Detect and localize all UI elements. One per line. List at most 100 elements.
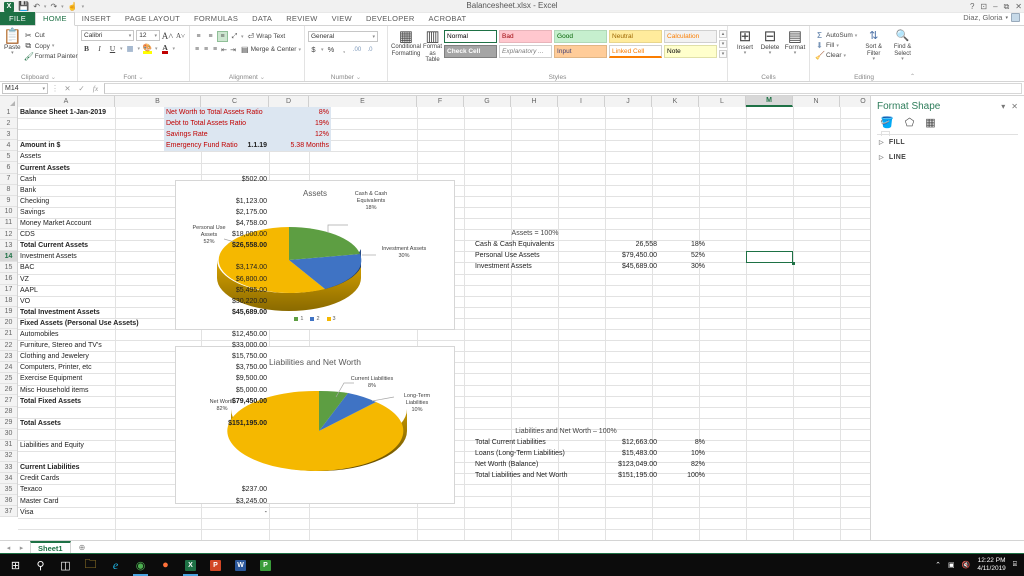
style-explanatory[interactable]: Explanatory ... <box>499 45 552 58</box>
cell-A17[interactable]: AAPL <box>18 285 201 296</box>
row-header-18[interactable]: 18 <box>0 296 17 307</box>
enter-icon[interactable]: ✓ <box>76 84 87 93</box>
cancel-icon[interactable]: ✕ <box>62 84 73 93</box>
cell-A21[interactable]: Automobiles <box>18 329 201 340</box>
increase-decimal-icon[interactable]: .00 <box>352 44 363 55</box>
align-top-icon[interactable]: ≡ <box>193 31 204 42</box>
tab-acrobat[interactable]: ACROBAT <box>422 13 474 25</box>
row-header-12[interactable]: 12 <box>0 229 17 240</box>
cell-A25[interactable]: Exercise Equipment <box>18 373 201 384</box>
row-header-22[interactable]: 22 <box>0 340 17 351</box>
fill-bucket-icon[interactable]: 🪣 <box>880 116 894 129</box>
cell-A13[interactable]: Total Current Assets <box>18 240 201 251</box>
row-header-10[interactable]: 10 <box>0 207 17 218</box>
orientation-icon[interactable]: ⤢ <box>229 31 240 42</box>
cell-C24[interactable]: $3,750.00 <box>201 362 269 373</box>
column-header-D[interactable]: D <box>269 96 309 107</box>
row-header-9[interactable]: 9 <box>0 196 17 207</box>
cell-A19[interactable]: Total Investment Assets <box>18 307 201 318</box>
cell-A9[interactable]: Checking <box>18 196 201 207</box>
cell-A7[interactable]: Cash <box>18 174 201 185</box>
cell-A35[interactable]: Texaco <box>18 484 201 495</box>
row-header-15[interactable]: 15 <box>0 262 17 273</box>
style-linked-cell[interactable]: Linked Cell <box>609 45 662 58</box>
publisher-icon[interactable]: P <box>253 554 278 576</box>
cell-A8[interactable]: Bank <box>18 185 201 196</box>
column-header-J[interactable]: J <box>605 96 652 107</box>
tray-expand-icon[interactable]: ⌃ <box>935 561 941 569</box>
style-input[interactable]: Input <box>554 45 607 58</box>
fill-color-icon[interactable]: 🎨 <box>142 43 153 54</box>
row-header-4[interactable]: 4 <box>0 140 17 151</box>
row-header-29[interactable]: 29 <box>0 418 17 429</box>
column-header-A[interactable]: A <box>18 96 115 107</box>
row-header-25[interactable]: 25 <box>0 373 17 384</box>
column-header-F[interactable]: F <box>417 96 464 107</box>
column-header-K[interactable]: K <box>652 96 699 107</box>
styles-gallery-scroll[interactable]: ▴ ▾ ▾ <box>719 30 727 58</box>
style-calculation[interactable]: Calculation <box>664 30 717 43</box>
merge-center-button[interactable]: ▤ Merge & Center ▾ <box>241 45 301 54</box>
bold-button[interactable]: B <box>81 43 92 54</box>
row-header-5[interactable]: 5 <box>0 151 17 162</box>
cell-A33[interactable]: Current Liabilities <box>18 462 201 473</box>
cell-A11[interactable]: Money Market Account <box>18 218 201 229</box>
gallery-scroll-up-icon[interactable]: ▴ <box>719 30 727 38</box>
cell-A15[interactable]: BAC <box>18 262 201 273</box>
cell-A36[interactable]: Master Card <box>18 496 201 507</box>
row-header-26[interactable]: 26 <box>0 384 17 395</box>
cell-A29[interactable]: Total Assets <box>18 418 201 429</box>
cell-C7[interactable]: $502.00 <box>201 174 269 185</box>
column-header-N[interactable]: N <box>793 96 840 107</box>
column-header-M[interactable]: M <box>746 96 793 107</box>
find-select-button[interactable]: 🔍 Find & Select ▾ <box>890 29 915 63</box>
decrease-indent-icon[interactable]: ⇤ <box>220 44 228 55</box>
cell-A20[interactable]: Fixed Assets (Personal Use Assets) <box>18 318 201 329</box>
decrease-font-size-icon[interactable]: A˅ <box>175 30 186 41</box>
font-size-combo[interactable]: 12 ▾ <box>136 30 160 41</box>
cell-C16[interactable]: $6,800.00 <box>201 274 269 285</box>
conditional-formatting-button[interactable]: ▦ Conditional Formatting <box>391 29 421 57</box>
add-sheet-icon[interactable]: ⊕ <box>79 543 86 552</box>
cell-A16[interactable]: VZ <box>18 274 201 285</box>
file-explorer-icon[interactable]: 🗀 <box>78 554 103 576</box>
name-box[interactable]: M14 ▾ <box>2 83 48 94</box>
start-button[interactable]: ⊞ <box>3 554 28 576</box>
row-header-34[interactable]: 34 <box>0 473 17 484</box>
prev-sheet-icon[interactable]: ◂ <box>4 544 13 552</box>
excel-icon[interactable]: X <box>178 554 203 576</box>
powerpoint-icon[interactable]: P <box>203 554 228 576</box>
row-header-13[interactable]: 13 <box>0 240 17 251</box>
cell-C13[interactable]: $26,558.00 <box>201 240 269 251</box>
pane-close-icon[interactable]: ✕ <box>1011 102 1018 111</box>
cell-C23[interactable]: $15,750.00 <box>201 351 269 362</box>
comma-format-icon[interactable]: , <box>339 44 350 55</box>
cell-A23[interactable]: Clothing and Jewelery <box>18 351 201 362</box>
currency-format-icon[interactable]: $ <box>308 44 319 55</box>
wrap-text-button[interactable]: ⏎ Wrap Text <box>248 32 286 41</box>
legend-item-3[interactable]: 3 <box>327 316 336 322</box>
style-check-cell[interactable]: Check Cell <box>444 45 497 58</box>
row-header-35[interactable]: 35 <box>0 484 17 495</box>
cell-C17[interactable]: $5,495.00 <box>201 285 269 296</box>
minimize-button[interactable]: – <box>993 2 997 11</box>
select-all-corner[interactable] <box>0 96 18 107</box>
legend-item-2[interactable]: 2 <box>310 316 319 322</box>
word-icon[interactable]: W <box>228 554 253 576</box>
row-header-28[interactable]: 28 <box>0 407 17 418</box>
cell-A34[interactable]: Credit Cards <box>18 473 201 484</box>
row-header-16[interactable]: 16 <box>0 273 17 284</box>
number-format-combo[interactable]: General ▾ <box>308 31 378 42</box>
cell-C36[interactable]: $3,245.00 <box>201 496 269 507</box>
tab-developer[interactable]: DEVELOPER <box>359 13 422 25</box>
cell-A5[interactable]: Assets <box>18 151 201 162</box>
cell-A18[interactable]: VO <box>18 296 201 307</box>
align-center-icon[interactable]: ≡ <box>202 44 210 55</box>
row-header-11[interactable]: 11 <box>0 218 17 229</box>
italic-button[interactable]: I <box>94 43 105 54</box>
cell-C9[interactable]: $1,123.00 <box>201 196 269 207</box>
column-header-B[interactable]: B <box>115 96 201 107</box>
row-header-31[interactable]: 31 <box>0 440 17 451</box>
tab-file[interactable]: FILE <box>0 12 35 25</box>
copy-button[interactable]: ⧉ Copy ▾ <box>24 41 78 51</box>
